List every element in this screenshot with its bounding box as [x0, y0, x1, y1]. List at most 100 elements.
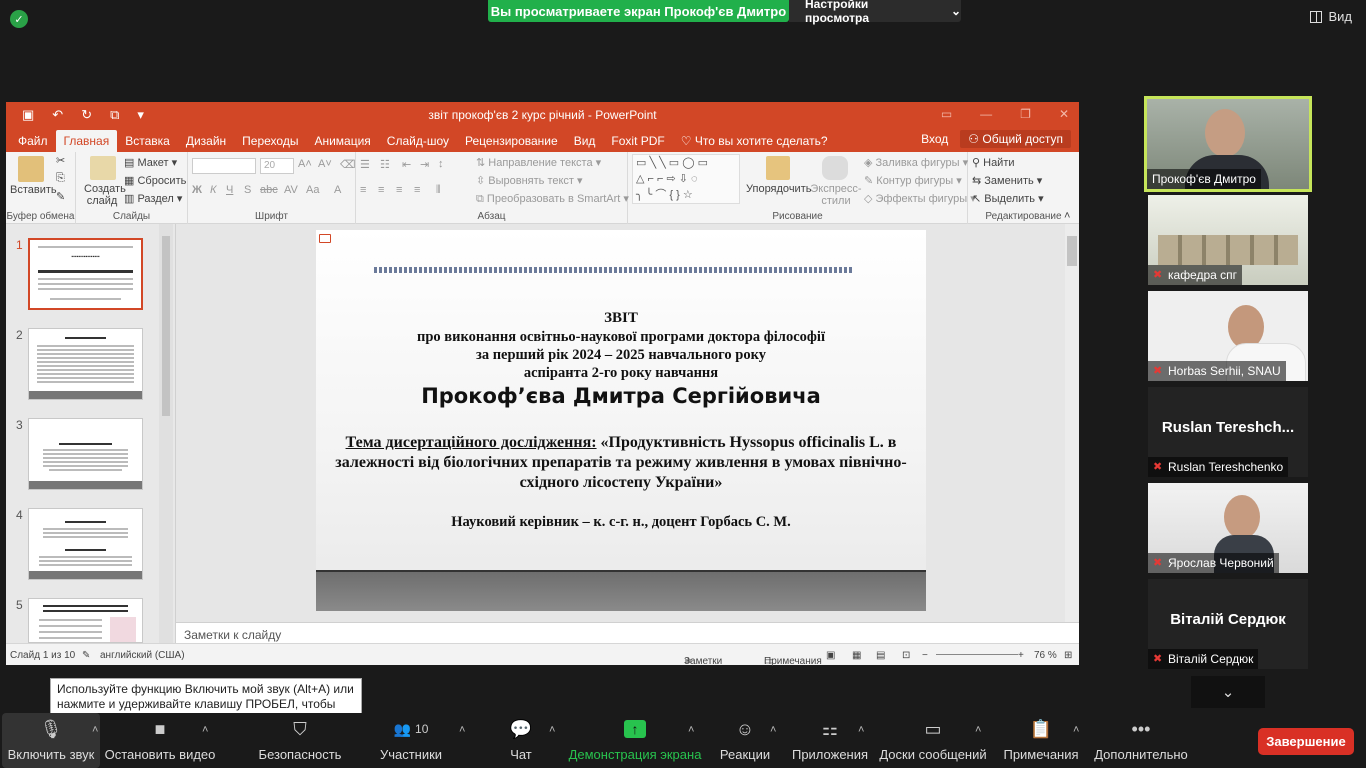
- scroll-participants-down[interactable]: ⌄: [1191, 676, 1265, 708]
- zoom-slider[interactable]: [936, 654, 1018, 655]
- tab-slideshow[interactable]: Слайд-шоу: [379, 130, 457, 152]
- slide-thumbnail-2[interactable]: [28, 328, 143, 400]
- participant-tile[interactable]: ✖ кафедра спг: [1148, 195, 1308, 285]
- stop-video-button[interactable]: ■ Остановить видео: [105, 713, 216, 768]
- bold-icon[interactable]: Ж: [192, 184, 202, 196]
- fit-to-window-icon[interactable]: ⊞: [1064, 650, 1072, 661]
- zoom-out-icon[interactable]: −: [922, 650, 928, 661]
- tab-view[interactable]: Вид: [566, 130, 604, 152]
- share-screen-button[interactable]: ↑ Демонстрация экрана: [569, 713, 701, 768]
- new-slide-icon[interactable]: [90, 156, 116, 180]
- char-spacing-icon[interactable]: AV: [284, 184, 298, 196]
- video-options-caret[interactable]: ˄: [202, 724, 208, 736]
- numbering-icon[interactable]: ☷: [380, 158, 390, 171]
- decrease-indent-icon[interactable]: ⇤: [402, 158, 411, 171]
- close-icon[interactable]: ✕: [1059, 107, 1069, 121]
- shape-effects-button[interactable]: ◇ Эффекты фигуры ▾: [864, 192, 976, 205]
- security-button[interactable]: ⛉ Безопасность: [258, 713, 342, 768]
- slide-scrollbar[interactable]: [1065, 224, 1079, 622]
- tab-home[interactable]: Главная: [55, 130, 118, 152]
- find-button[interactable]: ⚲ Найти: [972, 156, 1015, 169]
- participant-tile[interactable]: Віталій Сердюк ✖ Віталій Сердюк: [1148, 579, 1308, 669]
- arrange-icon[interactable]: [766, 156, 790, 180]
- cut-icon[interactable]: ✂: [56, 154, 65, 167]
- quick-styles-icon[interactable]: [822, 156, 848, 180]
- line-spacing-icon[interactable]: ↕: [438, 158, 444, 170]
- smartart-button[interactable]: ⧉ Преобразовать в SmartArt ▾: [476, 192, 629, 206]
- whiteboards-options-caret[interactable]: ˄: [975, 724, 981, 736]
- view-settings-button[interactable]: Настройки просмотра ⌄: [789, 0, 961, 25]
- slideshow-view-icon[interactable]: ⊡: [902, 650, 910, 661]
- format-painter-icon[interactable]: ✎: [56, 190, 65, 203]
- font-color-icon[interactable]: A: [334, 184, 341, 196]
- share-options-caret[interactable]: ˄: [688, 724, 694, 736]
- participant-tile[interactable]: ✖ Ярослав Червоний: [1148, 483, 1308, 573]
- view-button[interactable]: Вид: [1310, 9, 1352, 24]
- tab-file[interactable]: Файл: [10, 130, 56, 152]
- normal-view-icon[interactable]: ▣: [826, 650, 835, 661]
- notes-options-caret[interactable]: ˄: [1073, 724, 1079, 736]
- shadow-icon[interactable]: S: [244, 184, 251, 196]
- select-button[interactable]: ↖ Выделить ▾: [972, 192, 1044, 205]
- tell-me-search[interactable]: ♡ Что вы хотите сделать?: [673, 130, 836, 152]
- new-slide-button[interactable]: Создать слайд: [84, 183, 126, 207]
- tab-design[interactable]: Дизайн: [178, 130, 234, 152]
- notes-button[interactable]: 📋 Примечания: [1003, 713, 1078, 768]
- current-slide[interactable]: ЗВІТ про виконання освітньо-наукової про…: [316, 230, 926, 611]
- thumbnails-scrollbar[interactable]: [159, 224, 173, 643]
- shapes-gallery[interactable]: ▭ ╲ ╲ ▭ ◯ ▭ △ ⌐ ⌐ ⇨ ⇩ ◌ ╮ ╰ ⌒ { } ☆: [632, 154, 740, 204]
- paste-button[interactable]: Вставить: [10, 184, 57, 196]
- reactions-button[interactable]: ☺ Реакции: [720, 713, 770, 768]
- zoom-level[interactable]: 76 %: [1034, 650, 1057, 661]
- participant-tile-active[interactable]: Прокоф'єв Дмитро: [1144, 96, 1312, 192]
- slide-thumbnail-1[interactable]: ▪▪▪▪▪▪▪▪▪▪▪▪▪▪▪▪: [28, 238, 143, 310]
- layout-button[interactable]: ▤ Макет ▾: [124, 156, 177, 169]
- slide-thumbnails-pane[interactable]: 1 ▪▪▪▪▪▪▪▪▪▪▪▪▪▪▪▪ 2 3 4 5: [6, 224, 176, 643]
- end-meeting-button[interactable]: Завершение: [1258, 728, 1354, 755]
- font-size-combo[interactable]: 20: [260, 158, 294, 174]
- spelling-icon[interactable]: ✎: [82, 650, 90, 661]
- tab-insert[interactable]: Вставка: [117, 130, 178, 152]
- quick-styles-button[interactable]: Экспресс-стили: [810, 183, 862, 207]
- reactions-options-caret[interactable]: ˄: [770, 724, 776, 736]
- ribbon-display-icon[interactable]: ▭: [941, 107, 952, 121]
- security-shield-icon[interactable]: ✓: [10, 10, 28, 28]
- more-button[interactable]: ••• Дополнительно: [1094, 713, 1188, 768]
- minimize-icon[interactable]: —: [980, 107, 992, 121]
- sign-in-link[interactable]: Вход: [921, 132, 948, 146]
- text-direction-button[interactable]: ⇅ Направление текста ▾: [476, 156, 601, 169]
- font-name-combo[interactable]: [192, 158, 256, 174]
- align-right-icon[interactable]: ≡: [396, 184, 402, 196]
- participants-options-caret[interactable]: ˄: [459, 724, 465, 736]
- slide-thumbnail-3[interactable]: [28, 418, 143, 490]
- italic-icon[interactable]: К: [210, 184, 216, 196]
- section-button[interactable]: ▥ Раздел ▾: [124, 192, 182, 205]
- participant-tile[interactable]: Ruslan Tereshch... ✖ Ruslan Tereshchenko: [1148, 387, 1308, 477]
- tab-foxit-pdf[interactable]: Foxit PDF: [603, 130, 672, 152]
- shared-powerpoint-window[interactable]: ▣ ↶ ↻ ⧉ ▾ звіт прокоф'єв 2 курс річний -…: [6, 102, 1079, 667]
- unmute-button[interactable]: 🎙 Включить звук: [2, 713, 100, 768]
- copy-icon[interactable]: ⎘: [56, 172, 65, 185]
- comment-icon[interactable]: [319, 234, 331, 243]
- chat-button[interactable]: 💬 Чат: [504, 713, 538, 768]
- shape-outline-button[interactable]: ✎ Контур фигуры ▾: [864, 174, 962, 187]
- columns-icon[interactable]: ⫴: [436, 184, 441, 197]
- tab-transitions[interactable]: Переходы: [234, 130, 306, 152]
- grow-font-icon[interactable]: A˄: [298, 158, 312, 170]
- paste-icon[interactable]: [18, 156, 44, 182]
- shrink-font-icon[interactable]: A˅: [318, 158, 332, 170]
- align-text-button[interactable]: ⇳ Выровнять текст ▾: [476, 174, 583, 187]
- slide-editor[interactable]: ЗВІТ про виконання освітньо-наукової про…: [176, 224, 1079, 622]
- share-button[interactable]: ⚇ Общий доступ: [960, 130, 1071, 148]
- reset-button[interactable]: ▦ Сбросить: [124, 174, 186, 187]
- audio-options-caret[interactable]: ˄: [92, 724, 98, 736]
- increase-indent-icon[interactable]: ⇥: [420, 158, 429, 171]
- tab-review[interactable]: Рецензирование: [457, 130, 566, 152]
- justify-icon[interactable]: ≡: [414, 184, 420, 196]
- arrange-button[interactable]: Упорядочить: [746, 183, 811, 195]
- slide-sorter-icon[interactable]: ▦: [852, 650, 861, 661]
- shape-fill-button[interactable]: ◈ Заливка фигуры ▾: [864, 156, 968, 169]
- apps-button[interactable]: ⚏ Приложения: [792, 713, 868, 768]
- notes-pane[interactable]: Заметки к слайду: [176, 622, 1079, 643]
- language-indicator[interactable]: английский (США): [100, 650, 185, 661]
